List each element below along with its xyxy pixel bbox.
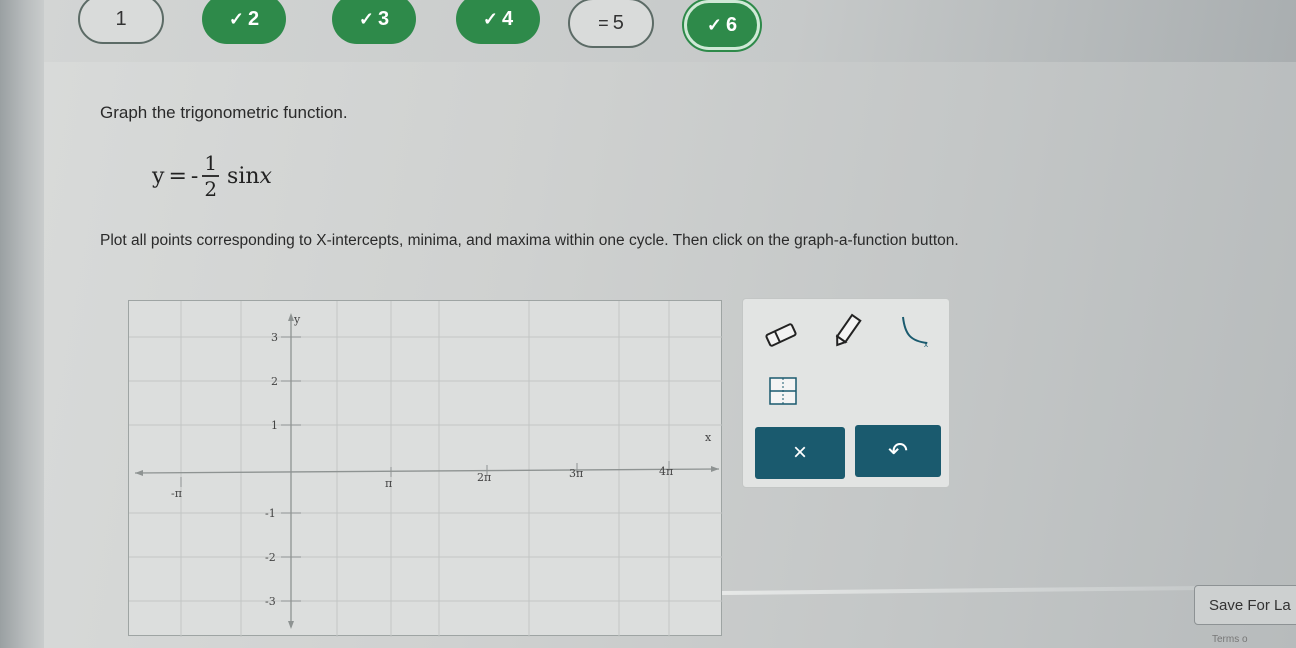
- step-label: 4: [501, 7, 514, 30]
- equation-sign: -: [190, 163, 199, 189]
- equals-icon: =: [598, 12, 609, 33]
- equation: y = - 1 2 sin x: [152, 148, 272, 204]
- y-tick-label: -2: [265, 551, 276, 564]
- progress-bar: 1 ✓ 2 ✓ 3 ✓ 4 = 5 ✓ 6: [44, 0, 1296, 62]
- eraser-tool[interactable]: [761, 315, 801, 355]
- graph-function-tool[interactable]: x: [893, 311, 933, 351]
- check-icon: ✓: [706, 14, 722, 35]
- y-tick-label: 2: [271, 375, 278, 388]
- check-icon: ✓: [482, 8, 498, 29]
- step-label: 6: [725, 13, 738, 36]
- check-icon: ✓: [228, 8, 244, 29]
- x-axis-left-arrow-icon: [135, 470, 143, 476]
- fraction-denominator: 2: [204, 177, 218, 201]
- pencil-icon: [835, 313, 862, 347]
- check-icon: ✓: [358, 8, 374, 29]
- graphing-toolbar: x × ↶: [742, 298, 950, 488]
- y-axis-down-arrow-icon: [288, 621, 294, 629]
- fraction-numerator: 1: [202, 151, 220, 177]
- step-4-button[interactable]: ✓ 4: [456, 0, 540, 44]
- screen-bezel: [0, 0, 44, 648]
- graph-function-icon: x: [902, 316, 928, 349]
- x-tick-label: -π: [171, 487, 182, 500]
- step-label: 2: [247, 7, 260, 30]
- eraser-icon: [765, 323, 797, 347]
- undo-button[interactable]: ↶: [855, 425, 941, 477]
- step-5-button[interactable]: = 5: [568, 0, 654, 48]
- step-2-button[interactable]: ✓ 2: [202, 0, 286, 44]
- step-label: 5: [612, 11, 624, 34]
- step-label: 1: [115, 7, 127, 30]
- equation-equals: =: [168, 163, 187, 189]
- fraction-tool[interactable]: [763, 371, 803, 411]
- equation-function: sin: [227, 163, 260, 189]
- graph-canvas[interactable]: y x 3 2 1 -1 -2 -3 -π π 2π 3π 4π: [128, 300, 723, 637]
- x-tick-label: π: [385, 477, 392, 490]
- step-6-button[interactable]: ✓ 6: [684, 0, 760, 50]
- step-1-button[interactable]: 1: [78, 0, 164, 44]
- y-tick-label: -3: [265, 595, 276, 608]
- x-axis: [134, 468, 720, 474]
- x-tick-label: 3π: [569, 467, 583, 480]
- equation-fraction: 1 2: [202, 151, 220, 201]
- y-tick-label: 3: [271, 331, 278, 344]
- save-for-later-button[interactable]: Save For La: [1194, 585, 1296, 625]
- x-tick-label: 2π: [477, 471, 491, 484]
- pencil-tool[interactable]: [827, 311, 867, 351]
- fraction-icon: [769, 377, 797, 405]
- x-tick-label: 4π: [659, 465, 673, 478]
- y-tick-label: -1: [265, 507, 276, 520]
- plot-instruction: Plot all points corresponding to X-inter…: [100, 232, 959, 249]
- y-tick-label: 1: [271, 419, 278, 432]
- y-axis-label: y: [293, 313, 301, 326]
- coordinate-grid[interactable]: y x 3 2 1 -1 -2 -3 -π π 2π 3π 4π: [129, 301, 723, 637]
- step-label: 3: [377, 7, 390, 30]
- equation-lhs: y: [152, 163, 165, 189]
- x-axis-label: x: [705, 431, 712, 444]
- question-instruction: Graph the trigonometric function.: [100, 103, 348, 122]
- x-axis-right-arrow-icon: [711, 466, 719, 472]
- equation-variable: x: [259, 163, 272, 189]
- step-3-button[interactable]: ✓ 3: [332, 0, 416, 44]
- svg-text:x: x: [924, 340, 928, 349]
- terms-link[interactable]: Terms o: [1212, 634, 1248, 645]
- clear-button[interactable]: ×: [755, 427, 845, 479]
